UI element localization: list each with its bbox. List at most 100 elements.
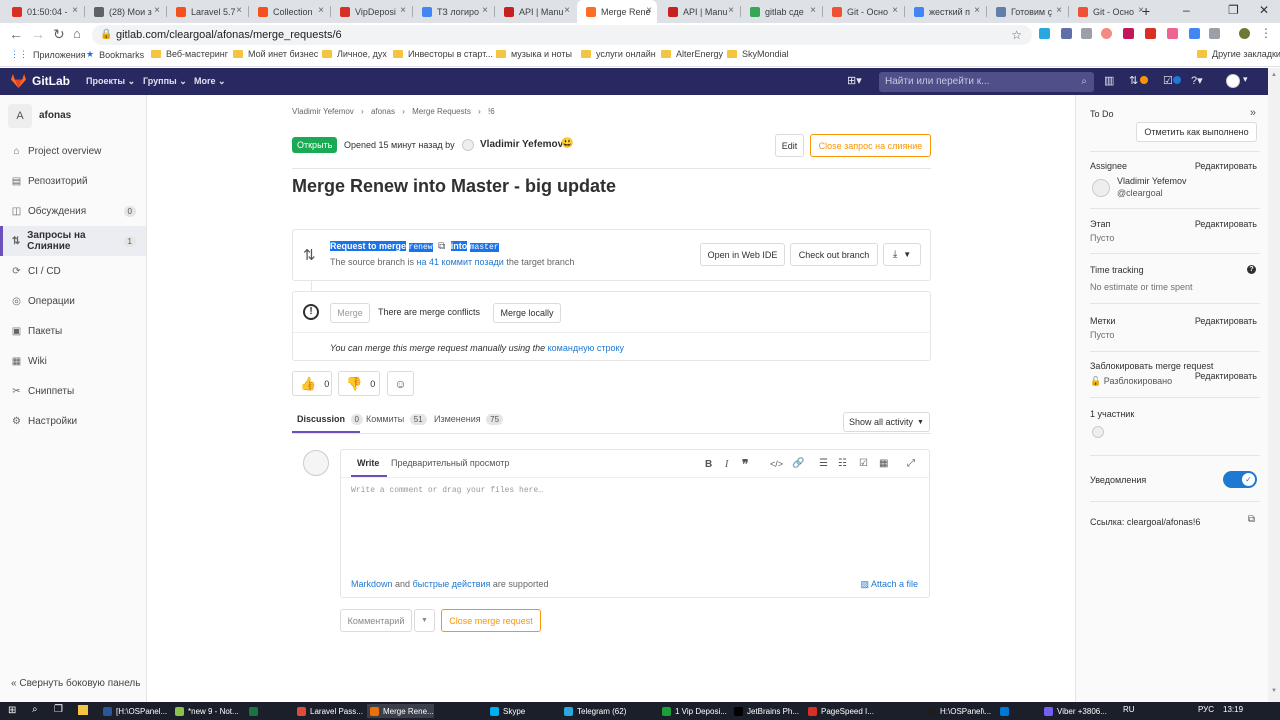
extension-icon[interactable]	[1081, 28, 1092, 39]
bookmark-item[interactable]: ⋮⋮ Приложения	[10, 49, 86, 60]
add-reaction-button[interactable]: ☺	[387, 371, 414, 396]
nav-projects[interactable]: Проекты ⌄	[86, 76, 135, 87]
bookmark-item[interactable]: ★ Bookmarks	[86, 49, 144, 60]
close-icon[interactable]: ×	[400, 5, 406, 16]
open-web-ide-button[interactable]: Open in Web IDE	[700, 243, 785, 266]
explorer-icon[interactable]	[78, 705, 88, 715]
close-icon[interactable]: ×	[1056, 5, 1062, 16]
comment-button[interactable]: Комментарий	[340, 609, 412, 632]
taskbar-item[interactable]: Skype	[487, 704, 525, 718]
taskbar-item[interactable]: Laravel Pass...	[294, 704, 363, 718]
thumbs-up-button[interactable]: 👍 0	[292, 371, 332, 396]
new-tab-button[interactable]: +	[1142, 3, 1150, 19]
close-icon[interactable]: ×	[318, 5, 324, 16]
sidebar-item[interactable]: ⚙ Настройки	[0, 406, 146, 436]
sidebar-item[interactable]: ▤ Репозиторий	[0, 166, 146, 196]
thumbs-down-button[interactable]: 👎 0	[338, 371, 380, 396]
browser-tab[interactable]: Merge Rene ×	[577, 0, 657, 23]
current-user-avatar[interactable]	[303, 450, 329, 476]
browser-tab[interactable]: Git - Осно ×	[823, 0, 903, 23]
bookmark-item[interactable]: SkyMondial	[727, 49, 789, 59]
chevron-down-icon[interactable]: ▾	[1243, 74, 1248, 85]
bookmark-item[interactable]: Личное, дух	[322, 49, 387, 59]
author-avatar[interactable]	[462, 139, 474, 151]
bold-icon[interactable]: B	[705, 459, 712, 470]
issues-icon[interactable]: ▥	[1104, 74, 1114, 87]
address-bar[interactable]: 🔒 gitlab.com/cleargoal/afonas/merge_requ…	[92, 25, 1032, 45]
sidebar-item[interactable]: ▦ Wiki	[0, 346, 146, 376]
checkout-branch-button[interactable]: Check out branch	[790, 243, 878, 266]
input-lang[interactable]: РУС	[1198, 705, 1214, 714]
download-dropdown-button[interactable]: ⤓ ▼	[883, 243, 921, 266]
project-avatar[interactable]: A	[8, 104, 32, 128]
nav-more[interactable]: More ⌄	[194, 76, 226, 87]
bookmark-item[interactable]: Инвесторы в старт...	[393, 49, 493, 59]
plus-square-icon[interactable]: ⊞▾	[847, 74, 862, 87]
page-scrollbar[interactable]: ▲ ▼	[1268, 68, 1280, 702]
markdown-link[interactable]: Markdown	[351, 579, 393, 589]
lang-indicator[interactable]: RU	[1123, 705, 1135, 714]
star-icon[interactable]: ☆	[1011, 25, 1022, 45]
task-list-icon[interactable]: ☑	[859, 458, 868, 469]
taskbar-item[interactable]: 1 Vip Deposi...	[659, 704, 727, 718]
search-input[interactable]: Найти или перейти к... ⌕	[879, 72, 1094, 92]
taskbar-item[interactable]: Viber +3806...	[1041, 704, 1107, 718]
sidebar-item[interactable]: ✂ Сниппеты	[0, 376, 146, 406]
project-name[interactable]: afonas	[39, 110, 71, 121]
browser-tab[interactable]: API | Manu ×	[495, 0, 575, 23]
back-icon[interactable]: ←	[9, 26, 23, 42]
browser-tab[interactable]: Git - Осно ×	[1069, 0, 1149, 23]
edit-labels-link[interactable]: Редактировать	[1195, 316, 1257, 326]
taskbar-item[interactable]: [H:\OSPanel...	[100, 704, 167, 718]
mark-done-button[interactable]: Отметить как выполнено	[1136, 122, 1257, 142]
browser-tab[interactable]: (28) Мои з ×	[85, 0, 165, 23]
help-icon[interactable]: ?▾	[1191, 74, 1203, 87]
edit-milestone-link[interactable]: Редактировать	[1195, 219, 1257, 229]
reload-icon[interactable]: ↻	[53, 26, 65, 43]
user-avatar[interactable]	[1226, 74, 1240, 88]
close-icon[interactable]: ×	[154, 5, 160, 16]
collapse-right-sidebar-icon[interactable]: »	[1250, 107, 1256, 119]
show-activity-dropdown[interactable]: Show all activity ▼	[843, 412, 930, 432]
close-icon[interactable]: ×	[236, 5, 242, 16]
close-icon[interactable]: ×	[646, 5, 652, 16]
forward-icon[interactable]: →	[31, 26, 45, 42]
participant-avatar[interactable]	[1092, 426, 1104, 438]
merge-locally-button[interactable]: Merge locally	[493, 303, 561, 323]
edit-lock-link[interactable]: Редактировать	[1195, 371, 1257, 381]
link-icon[interactable]: 🔗	[792, 458, 804, 469]
taskbar-item[interactable]: JetBrains Ph...	[731, 704, 799, 718]
notifications-toggle[interactable]: ✓	[1223, 471, 1257, 488]
tab-commits[interactable]: Коммиты 51	[366, 414, 427, 425]
merge-button[interactable]: Merge	[330, 303, 370, 323]
search-icon[interactable]: ⌕	[32, 704, 38, 715]
tab-write[interactable]: Write	[357, 458, 379, 468]
close-icon[interactable]: ×	[482, 5, 488, 16]
extension-icon[interactable]	[1061, 28, 1072, 39]
italic-icon[interactable]: I	[725, 459, 728, 470]
close-icon[interactable]: ✕	[1259, 3, 1269, 17]
help-icon[interactable]: ?	[1247, 265, 1256, 274]
copy-icon[interactable]: ⧉	[1248, 514, 1255, 525]
extension-icon[interactable]	[1209, 28, 1220, 39]
browser-tab[interactable]: API | Manu ×	[659, 0, 739, 23]
minimize-icon[interactable]: –	[1183, 3, 1190, 17]
assignee-avatar[interactable]	[1092, 179, 1110, 197]
browser-tab[interactable]: Laravel 5.7 ×	[167, 0, 247, 23]
assignee-name[interactable]: Vladimir Yefemov	[1117, 176, 1187, 186]
clock[interactable]: 13:19	[1223, 705, 1243, 714]
comment-type-dropdown[interactable]: ▼	[414, 609, 435, 632]
tab-changes[interactable]: Изменения 75	[434, 414, 504, 425]
numbered-list-icon[interactable]: ☷	[838, 458, 847, 469]
browser-tab[interactable]: VipDeposi ×	[331, 0, 411, 23]
bookmark-item[interactable]: музыка и ноты	[496, 49, 572, 59]
sidebar-item[interactable]: ▣ Пакеты	[0, 316, 146, 346]
behind-commits-link[interactable]: на 41 коммит позади	[417, 257, 504, 267]
browser-tab[interactable]: Готовим ç ×	[987, 0, 1067, 23]
sidebar-item[interactable]: ⇅ Запросы на Слияние 1	[0, 226, 146, 256]
sidebar-item[interactable]: ⌂ Project overview	[0, 136, 146, 166]
tab-discussion[interactable]: Discussion 0	[297, 414, 363, 425]
maximize-icon[interactable]: ❐	[1228, 3, 1239, 17]
table-icon[interactable]: ▦	[879, 458, 888, 469]
scroll-up-icon[interactable]: ▲	[1271, 72, 1277, 78]
